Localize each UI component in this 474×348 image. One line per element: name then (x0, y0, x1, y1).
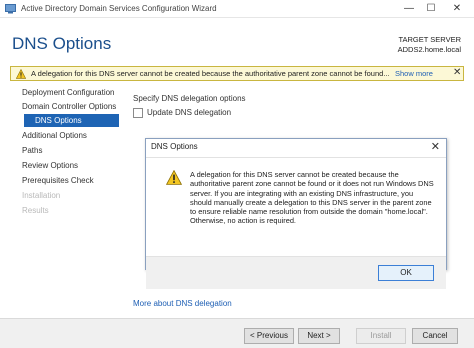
cancel-button[interactable]: Cancel (412, 328, 458, 344)
dns-delegation-section-label: Specify DNS delegation options (133, 94, 246, 103)
nav-item-additional-options[interactable]: Additional Options (22, 129, 87, 142)
nav-item-dns-options[interactable]: DNS Options (24, 114, 119, 127)
warning-bar: A delegation for this DNS server cannot … (10, 66, 464, 81)
nav-item-domain-controller-options[interactable]: Domain Controller Options (22, 100, 116, 113)
show-more-link[interactable]: Show more (395, 69, 433, 78)
dialog-title: DNS Options (151, 142, 198, 151)
close-window-button[interactable]: ✕ (444, 0, 470, 18)
install-button: Install (356, 328, 406, 344)
page-title: DNS Options (12, 34, 112, 53)
warning-close-button[interactable]: ✕ (453, 67, 461, 78)
nav-item-paths[interactable]: Paths (22, 144, 42, 157)
more-about-dns-delegation-link[interactable]: More about DNS delegation (133, 299, 232, 308)
nav-item-installation: Installation (22, 191, 61, 200)
nav-item-deployment-configuration[interactable]: Deployment Configuration (22, 86, 115, 99)
dialog-message: A delegation for this DNS server cannot … (190, 170, 434, 226)
dialog-close-button[interactable]: ✕ (431, 140, 440, 153)
maximize-button[interactable]: ☐ (418, 0, 444, 18)
warning-text: A delegation for this DNS server cannot … (31, 69, 390, 78)
warning-icon (16, 69, 26, 79)
target-server-value: ADDS2.home.local (397, 45, 461, 54)
update-dns-delegation-label[interactable]: Update DNS delegation (147, 108, 231, 117)
ok-button[interactable]: OK (378, 265, 434, 281)
window-title: Active Directory Domain Services Configu… (21, 4, 217, 13)
dialog-body: A delegation for this DNS server cannot … (146, 157, 446, 289)
next-button[interactable]: Next > (298, 328, 340, 344)
wizard-footer: < Previous Next > Install Cancel (0, 318, 474, 348)
nav-item-results: Results (22, 206, 49, 215)
dialog-footer: OK (146, 256, 446, 289)
previous-button[interactable]: < Previous (244, 328, 294, 344)
window-titlebar: Active Directory Domain Services Configu… (0, 0, 474, 18)
target-server-label: TARGET SERVER (398, 35, 461, 44)
update-dns-delegation-checkbox[interactable] (133, 108, 143, 118)
server-manager-icon (5, 4, 16, 14)
warning-icon (166, 170, 182, 185)
dns-options-dialog: DNS Options ✕ A delegation for this DNS … (145, 138, 447, 289)
nav-item-review-options[interactable]: Review Options (22, 159, 78, 172)
nav-item-prerequisites-check[interactable]: Prerequisites Check (22, 174, 94, 187)
